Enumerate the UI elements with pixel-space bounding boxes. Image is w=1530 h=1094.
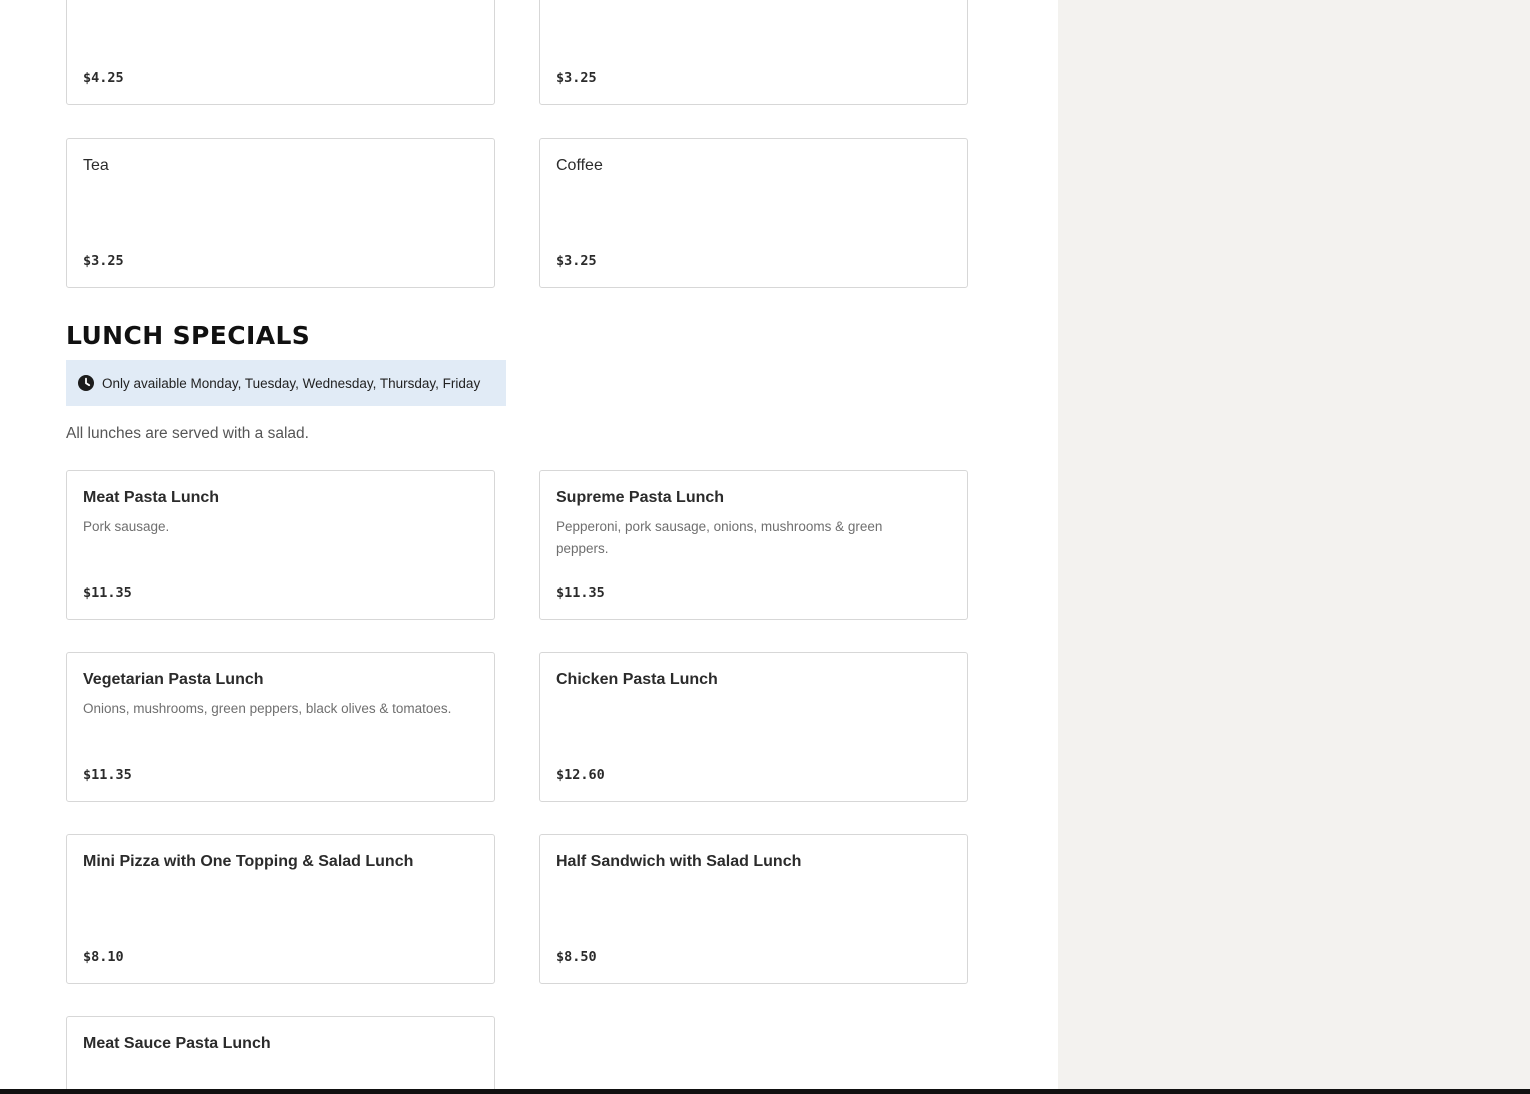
menu-item-description: Pepperoni, pork sausage, onions, mushroo… [556,519,883,556]
menu-item-name: Meat Pasta Lunch [83,489,220,506]
menu-item-card[interactable]: Tea $3.25 [66,138,495,288]
menu-item-card[interactable]: Vegetarian Pasta Lunch Onions, mushrooms… [66,652,495,802]
menu-item-name: Coffee [556,157,603,174]
menu-item-card[interactable]: Meat Pasta Lunch Pork sausage. $11.35 [66,470,495,620]
menu-item-name: Meat Sauce Pasta Lunch [83,1035,271,1052]
bottom-bar [0,1089,1530,1094]
menu-item-name: Supreme Pasta Lunch [556,489,725,506]
menu-item-description: Pork sausage. [83,519,170,534]
menu-main-column: $4.25 $3.25 Tea $3.25 Coffee $3.25 LUNCH… [0,0,1058,1094]
clock-icon [78,375,94,391]
sidebar-panel [1058,0,1530,1094]
menu-item-name: Chicken Pasta Lunch [556,671,718,688]
section-description: All lunches are served with a salad. [66,425,309,442]
menu-item-price: $8.50 [556,949,597,965]
menu-item-card[interactable]: Coffee $3.25 [539,138,968,288]
menu-item-name: Tea [83,157,109,174]
menu-item-price: $3.25 [556,253,597,269]
availability-text: Only available Monday, Tuesday, Wednesda… [102,375,481,391]
menu-item-price: $4.25 [83,70,124,86]
menu-item-name: Vegetarian Pasta Lunch [83,671,264,688]
menu-item-price: $11.35 [83,767,132,783]
menu-item-card[interactable]: Chicken Pasta Lunch $12.60 [539,652,968,802]
menu-item-card[interactable]: Half Sandwich with Salad Lunch $8.50 [539,834,968,984]
availability-banner: Only available Monday, Tuesday, Wednesda… [66,360,506,406]
menu-item-name: Half Sandwich with Salad Lunch [556,853,802,870]
menu-item-card[interactable]: $4.25 [66,0,495,105]
section-title: LUNCH SPECIALS [66,321,311,350]
menu-item-price: $8.10 [83,949,124,965]
menu-item-description: Onions, mushrooms, green peppers, black … [83,701,452,716]
menu-item-price: $12.60 [556,767,605,783]
menu-item-price: $3.25 [83,253,124,269]
menu-item-price: $11.35 [83,585,132,601]
menu-item-card[interactable]: Supreme Pasta Lunch Pepperoni, pork saus… [539,470,968,620]
menu-item-price: $3.25 [556,70,597,86]
menu-item-card[interactable]: Mini Pizza with One Topping & Salad Lunc… [66,834,495,984]
menu-item-name: Mini Pizza with One Topping & Salad Lunc… [83,853,414,870]
menu-item-card[interactable]: Meat Sauce Pasta Lunch [66,1016,495,1094]
menu-item-card[interactable]: $3.25 [539,0,968,105]
menu-item-price: $11.35 [556,585,605,601]
